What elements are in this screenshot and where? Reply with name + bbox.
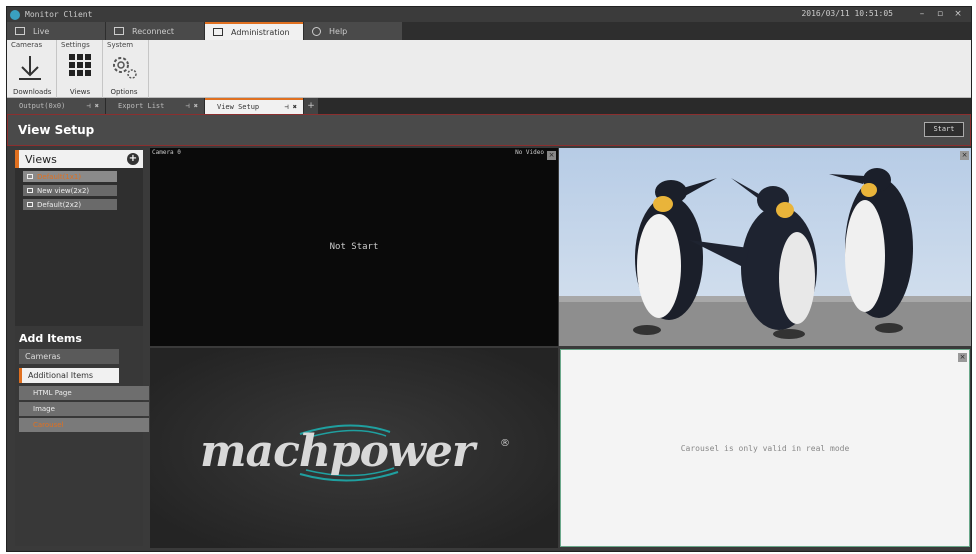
help-icon xyxy=(312,26,321,36)
tab-label: Administration xyxy=(231,27,290,37)
ribbon-group-settings: Settings Views xyxy=(57,40,103,98)
camera-status-label: No Video xyxy=(515,149,544,156)
main-tabs: Live Reconnect Administration Help xyxy=(7,22,971,40)
tab-help[interactable]: Help xyxy=(304,22,402,40)
gear-icon xyxy=(113,57,137,79)
view-cell-carousel[interactable]: × Carousel is only valid in real mode xyxy=(560,349,970,547)
views-section: Views + Default(1x1) New view(2x2) Defau… xyxy=(15,150,143,326)
doctab-label: Output(0x0) xyxy=(19,102,66,110)
not-start-message: Not Start xyxy=(329,242,379,252)
add-tab-button[interactable]: + xyxy=(304,98,318,114)
ribbon-group-label: Cameras xyxy=(11,41,43,49)
cell-close-icon[interactable]: × xyxy=(960,151,969,160)
view-item[interactable]: New view(2x2) xyxy=(23,185,117,196)
tab-live[interactable]: Live xyxy=(7,22,105,40)
clock: 2016/03/11 10:51:05 xyxy=(801,9,893,18)
view-label: Default(2x2) xyxy=(37,200,82,209)
views-header: Views + xyxy=(15,150,143,168)
doctab-close-icon[interactable]: ⊣ ✖ xyxy=(185,102,198,110)
add-view-icon[interactable]: + xyxy=(127,153,139,165)
tab-label: Live xyxy=(33,26,50,36)
view-setup-header: View Setup Start xyxy=(7,114,971,146)
minimize-button[interactable]: – xyxy=(915,8,929,20)
doctab-label: View Setup xyxy=(217,103,260,111)
doctab-output[interactable]: Output(0x0) ⊣ ✖ xyxy=(7,98,105,114)
page-title: View Setup xyxy=(18,123,95,137)
title-bar: Monitor Client 2016/03/11 10:51:05 – ▫ × xyxy=(7,7,971,22)
doctab-view-setup[interactable]: View Setup ⊣ ✖ xyxy=(205,98,303,114)
image-item[interactable]: Image xyxy=(19,402,149,416)
view-icon xyxy=(27,174,33,179)
maximize-button[interactable]: ▫ xyxy=(933,8,947,20)
options-button[interactable]: Options xyxy=(107,52,141,96)
view-icon xyxy=(27,188,33,193)
app-window: Monitor Client 2016/03/11 10:51:05 – ▫ ×… xyxy=(6,6,972,552)
penguins-image xyxy=(559,148,971,346)
tab-reconnect[interactable]: Reconnect xyxy=(106,22,204,40)
ribbon: Cameras Downloads Settings Views System … xyxy=(7,40,971,98)
view-cell-image[interactable]: × xyxy=(559,148,971,346)
view-item[interactable]: Default(2x2) xyxy=(23,199,117,210)
carousel-item[interactable]: Carousel xyxy=(19,418,149,432)
ribbon-group-cameras: Cameras Downloads xyxy=(7,40,57,98)
machpower-logo: machpower xyxy=(200,426,475,477)
cell-close-icon[interactable]: × xyxy=(547,151,556,160)
carousel-message: Carousel is only valid in real mode xyxy=(680,444,850,453)
ribbon-group-label: Settings xyxy=(61,41,90,49)
app-title: Monitor Client xyxy=(25,10,93,19)
cameras-item[interactable]: Cameras xyxy=(19,349,119,364)
app-logo-icon xyxy=(10,9,20,20)
camera-label: Camera 0 xyxy=(152,149,181,156)
registered-mark: ® xyxy=(500,438,510,449)
ribbon-group-system: System Options xyxy=(103,40,149,98)
downloads-label: Downloads xyxy=(13,88,52,96)
additional-items[interactable]: Additional Items xyxy=(19,368,119,383)
doctab-export-list[interactable]: Export List ⊣ ✖ xyxy=(106,98,204,114)
download-icon xyxy=(19,56,41,80)
tab-label: Reconnect xyxy=(132,26,175,36)
downloads-button[interactable]: Downloads xyxy=(13,52,52,96)
cell-close-icon[interactable]: × xyxy=(958,353,967,362)
folder-icon xyxy=(213,28,223,36)
tab-label: Help xyxy=(329,26,348,36)
doctab-close-icon[interactable]: ⊣ ✖ xyxy=(86,102,99,110)
monitor-icon xyxy=(15,27,25,35)
grid-icon xyxy=(69,54,91,76)
view-icon xyxy=(27,202,33,207)
add-items-title: Add Items xyxy=(19,332,82,345)
view-item[interactable]: Default(1x1) xyxy=(23,171,117,182)
doctab-label: Export List xyxy=(118,102,165,110)
reconnect-icon xyxy=(114,27,124,35)
tab-administration[interactable]: Administration xyxy=(205,22,303,40)
views-title: Views xyxy=(25,152,57,166)
view-label: Default(1x1) xyxy=(37,172,82,181)
start-button[interactable]: Start xyxy=(924,122,964,137)
views-label: Views xyxy=(69,88,91,96)
html-page-item[interactable]: HTML Page xyxy=(19,386,149,400)
views-button[interactable]: Views xyxy=(63,52,97,96)
view-cell-camera[interactable]: Camera 0 No Video × Not Start xyxy=(150,148,558,346)
view-cell-logo[interactable]: machpower ® xyxy=(150,348,558,548)
doctab-close-icon[interactable]: ⊣ ✖ xyxy=(284,103,297,111)
view-label: New view(2x2) xyxy=(37,186,90,195)
ribbon-group-label: System xyxy=(107,41,134,49)
options-label: Options xyxy=(110,88,138,96)
left-panel: Views + Default(1x1) New view(2x2) Defau… xyxy=(15,150,149,546)
close-button[interactable]: × xyxy=(951,8,965,20)
document-tabs: Output(0x0) ⊣ ✖ Export List ⊣ ✖ View Set… xyxy=(7,98,971,114)
